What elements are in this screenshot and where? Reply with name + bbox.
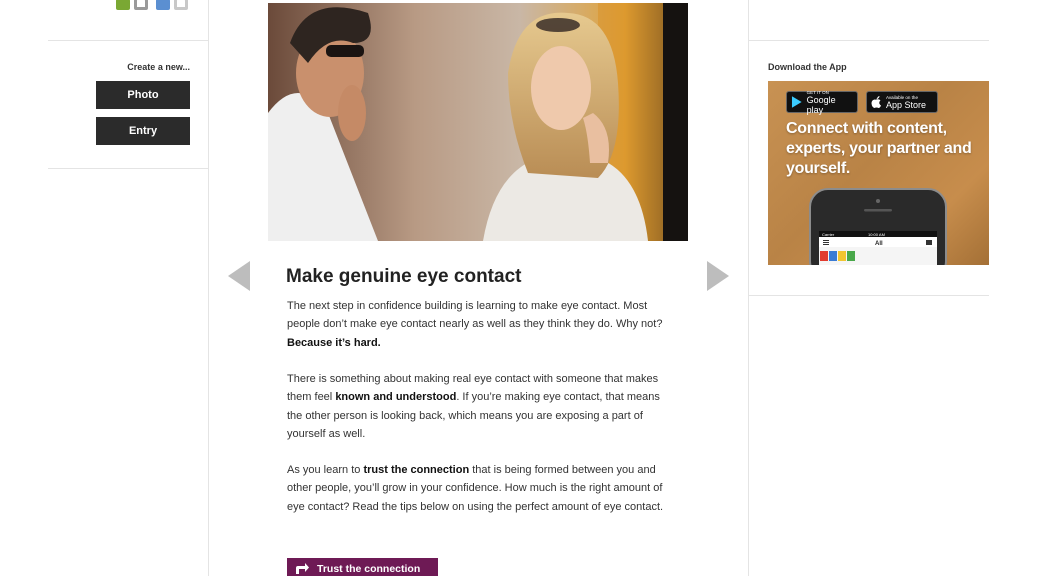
google-play-badge[interactable]: GET IT ON Google play	[786, 90, 858, 115]
trust-the-connection-share-button[interactable]: Trust the connection	[287, 558, 438, 576]
paragraph-emphasis: trust the connection	[363, 464, 470, 476]
create-new-label: Create a new...	[127, 62, 190, 72]
member-avatar-gray	[134, 0, 148, 10]
article-paragraph-3: As you learn to trust the connection tha…	[287, 461, 672, 516]
paragraph-emphasis: known and understood	[335, 391, 457, 404]
google-play-big: Google play	[806, 94, 836, 115]
right-column-divider	[748, 0, 749, 576]
member-avatar-light	[174, 0, 188, 10]
member-avatars	[114, 0, 194, 12]
share-button-label: Trust the connection	[317, 563, 421, 575]
next-slide-button[interactable]	[706, 260, 730, 292]
article-hero-image	[268, 3, 688, 241]
ad-headline: Connect with content, experts, your part…	[786, 120, 972, 177]
apple-icon	[871, 96, 881, 108]
share-arrow-icon	[296, 563, 309, 574]
chevron-left-icon	[228, 261, 250, 291]
paragraph-emphasis: Because it’s hard.	[287, 336, 381, 349]
phone-carrier: Carrier	[822, 232, 835, 237]
app-download-banner[interactable]: GET IT ON Google play Available on the A…	[768, 81, 989, 265]
member-avatar-blue	[156, 0, 170, 10]
play-store-icon	[791, 96, 802, 108]
left-column-divider	[208, 0, 209, 576]
create-entry-button[interactable]: Entry	[96, 117, 190, 145]
article-title: Make genuine eye contact	[286, 266, 522, 287]
app-store-badge[interactable]: Available on the App Store	[866, 91, 938, 113]
paragraph-text: As you learn to	[287, 464, 364, 476]
left-divider-bottom	[48, 168, 208, 169]
create-photo-button[interactable]: Photo	[96, 81, 190, 109]
phone-time: 10:00 AM	[868, 232, 885, 237]
chevron-right-icon	[707, 261, 729, 291]
app-store-big: App Store	[886, 99, 927, 110]
article-paragraph-2: There is something about making real eye…	[287, 370, 672, 443]
left-divider-top	[48, 40, 208, 41]
right-divider-top	[749, 40, 989, 41]
previous-slide-button[interactable]	[227, 260, 251, 292]
right-divider-bottom	[749, 295, 989, 296]
member-avatar-green	[116, 0, 130, 10]
download-app-title: Download the App	[768, 62, 847, 72]
article-paragraph-1: The next step in confidence building is …	[287, 297, 672, 352]
paragraph-text: The next step in confidence building is …	[287, 300, 663, 331]
phone-tab-label: All	[875, 241, 883, 247]
